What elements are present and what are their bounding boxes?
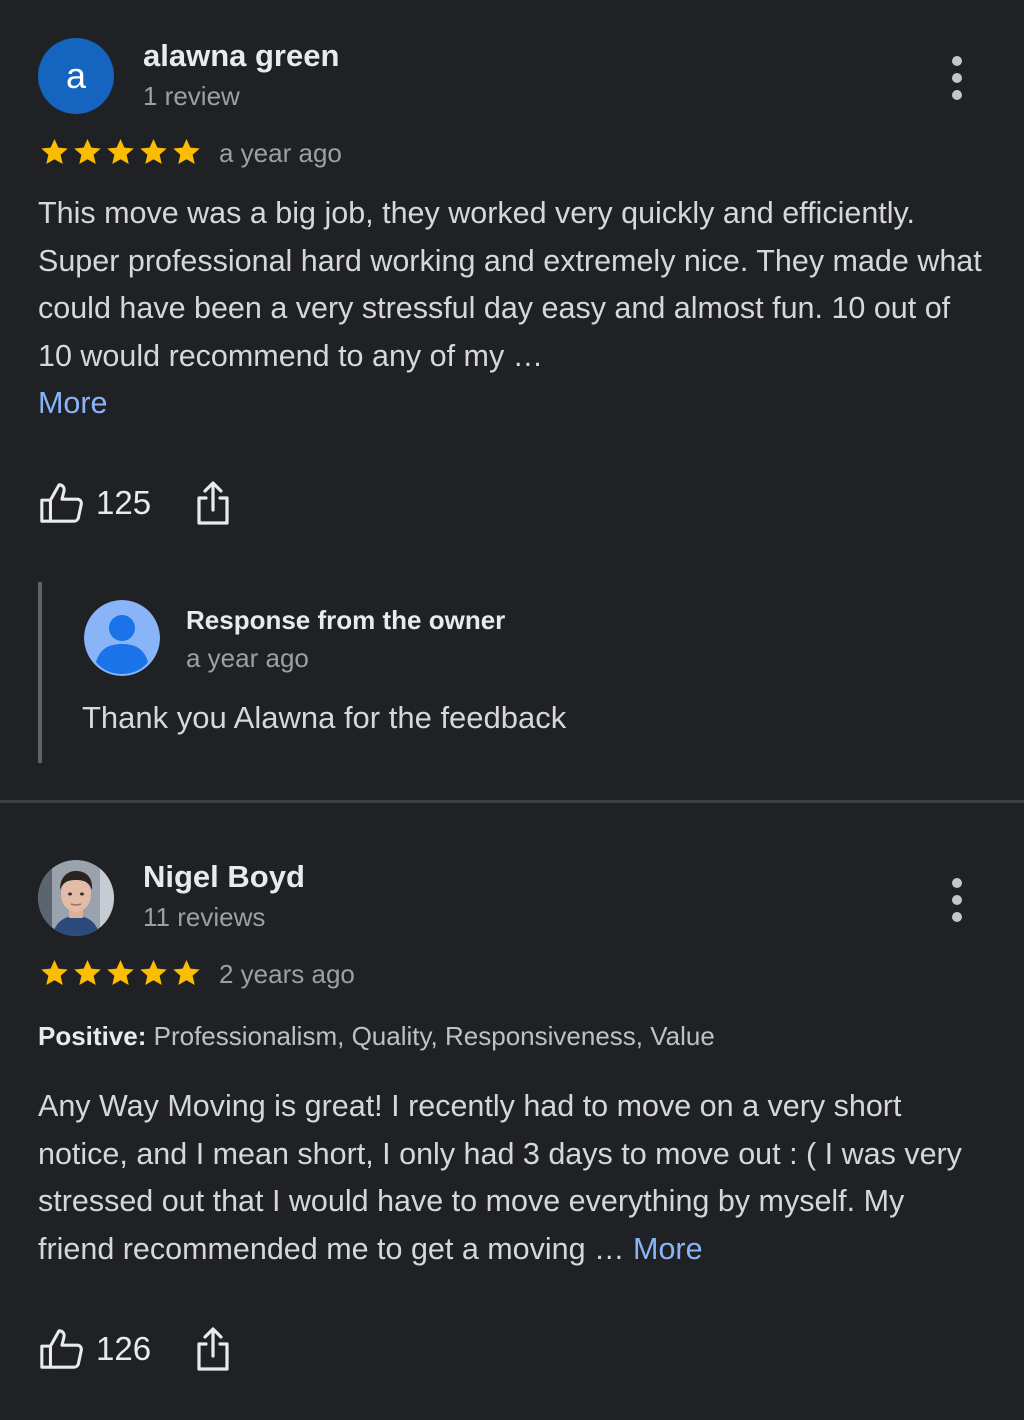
review-card: Nigel Boyd 11 reviews 2 years ago Positi…: [0, 803, 1024, 1420]
attributes-label: Positive:: [38, 1021, 147, 1051]
review-time: 2 years ago: [219, 959, 355, 989]
owner-avatar: [84, 600, 160, 676]
star-icon: [140, 139, 167, 164]
like-count: 126: [96, 1330, 152, 1367]
more-options-icon[interactable]: [937, 878, 977, 922]
review-text: This move was a big job, they worked ver…: [38, 190, 988, 428]
star-icon: [74, 960, 101, 985]
reviewer-avatar[interactable]: a: [38, 38, 114, 114]
star-icon: [107, 139, 134, 164]
like-count: 125: [96, 484, 152, 521]
review-time: a year ago: [219, 138, 342, 168]
thumb-up-icon[interactable]: [38, 1326, 84, 1372]
reviewer-name[interactable]: alawna green: [143, 38, 339, 74]
star-rating: [38, 136, 203, 168]
person-icon: [84, 600, 160, 676]
more-link[interactable]: More: [38, 386, 108, 420]
review-card: a alawna green 1 review a year ago This …: [0, 0, 1024, 800]
owner-response-text: Thank you Alawna for the feedback: [82, 700, 567, 735]
reviewer-review-count: 1 review: [143, 81, 240, 111]
review-actions: 125: [38, 478, 233, 528]
review-actions: 126: [38, 1324, 233, 1374]
star-icon: [140, 960, 167, 985]
reviewer-avatar[interactable]: [38, 860, 114, 936]
star-icon: [74, 139, 101, 164]
profile-photo: [38, 860, 114, 936]
star-icon: [173, 960, 200, 985]
star-icon: [107, 960, 134, 985]
star-rating: [38, 957, 203, 989]
reviewer-review-count: 11 reviews: [143, 902, 266, 932]
review-body: Any Way Moving is great! I recently had …: [38, 1089, 962, 1266]
owner-response: Response from the owner a year ago Thank…: [38, 582, 982, 763]
share-icon[interactable]: [193, 478, 233, 528]
review-attributes: Positive: Professionalism, Quality, Resp…: [38, 1020, 715, 1052]
attributes-values: Professionalism, Quality, Responsiveness…: [153, 1021, 715, 1051]
more-options-icon[interactable]: [937, 56, 977, 100]
thumb-up-icon[interactable]: [38, 480, 84, 526]
owner-response-title: Response from the owner: [186, 605, 506, 635]
reviewer-name[interactable]: Nigel Boyd: [143, 859, 305, 895]
more-link[interactable]: More: [633, 1232, 703, 1266]
owner-response-time: a year ago: [186, 643, 309, 673]
star-icon: [41, 960, 68, 985]
review-text: Any Way Moving is great! I recently had …: [38, 1083, 988, 1273]
review-body: This move was a big job, they worked ver…: [38, 196, 982, 373]
star-icon: [173, 139, 200, 164]
star-icon: [41, 139, 68, 164]
share-icon[interactable]: [193, 1324, 233, 1374]
